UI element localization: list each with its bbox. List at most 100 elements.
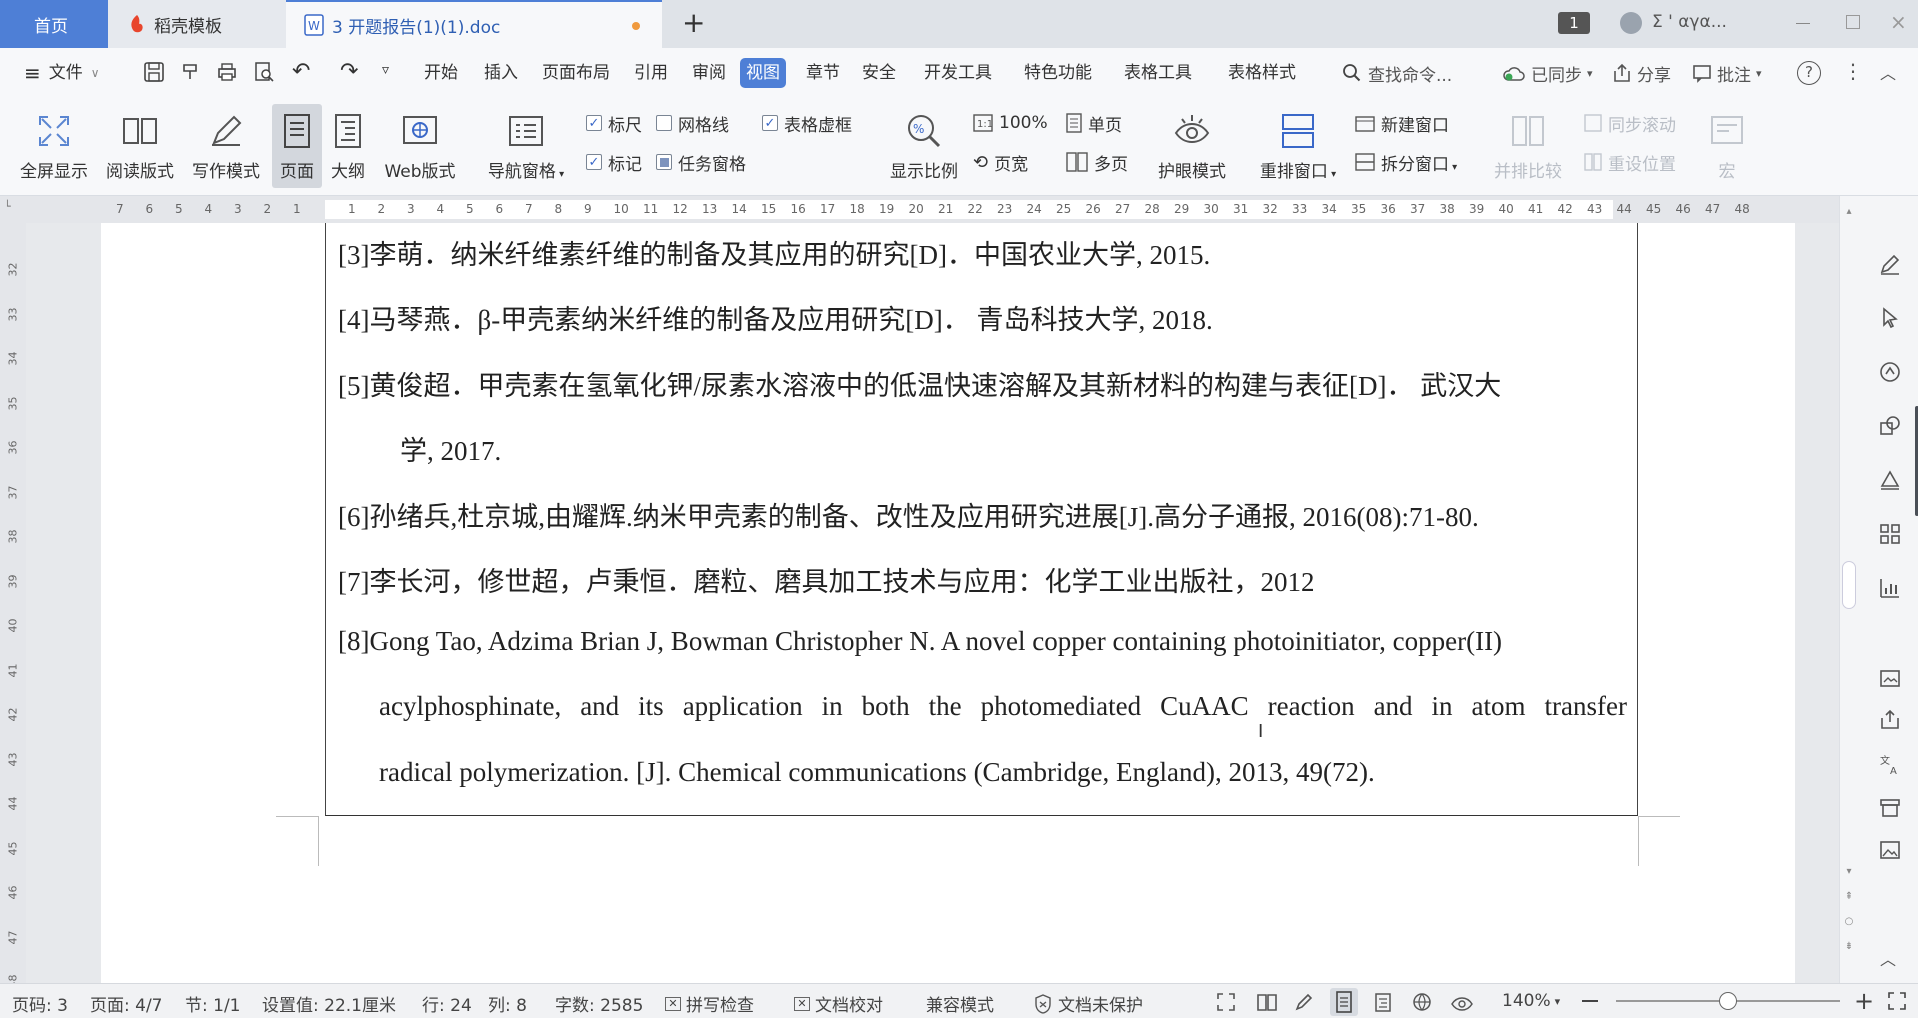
document-canvas[interactable]: [3]李萌．纳米纤维素纤维的制备及其应用的研究[D]．中国农业大学, 2015.… [26,223,1839,983]
fullscreen-status-icon[interactable] [1216,992,1236,1012]
status-col[interactable]: 列: 8 [488,991,527,1016]
tab-document[interactable]: W 3 开题报告(1)(1).doc [286,0,662,48]
menu-developer[interactable]: 开发工具 [918,58,998,88]
reference-line-5[interactable]: [5]黄俊超．甲壳素在氢氧化钾/尿素水溶液中的低温快速溶解及其新材料的构建与表征… [338,364,1501,403]
page-status-icon[interactable] [1330,988,1358,1016]
status-section[interactable]: 节: 1/1 [185,991,241,1016]
style-icon[interactable] [1878,360,1902,384]
zoom-slider-thumb[interactable] [1719,992,1737,1010]
new-tab-button[interactable]: + [682,6,705,39]
archive-icon[interactable] [1878,796,1902,820]
scroll-down-icon[interactable]: ▾ [1840,866,1858,877]
vertical-ruler[interactable]: 32 33 34 35 36 37 38 39 40 41 42 43 44 45 46 47 48 [0,223,26,989]
highlight-icon[interactable] [1878,468,1902,492]
status-page-number[interactable]: 页码: 3 [12,991,68,1016]
prev-page-icon[interactable]: ⇞ [1840,891,1858,902]
tab-docer-templates[interactable]: 稻壳模板 [108,0,286,48]
menu-references[interactable]: 引用 [628,58,674,88]
reference-line-6[interactable]: [6]孙绪兵,杜京城,由耀辉.纳米甲壳素的制备、改性及应用研究进展[J].高分子… [338,495,1479,534]
status-setting[interactable]: 设置值: 22.1厘米 [262,991,396,1016]
menu-security[interactable]: 安全 [856,58,902,88]
sync-status[interactable]: 已同步 ▾ [1502,58,1593,88]
reference-line-4[interactable]: [4]马琴燕．β-甲壳素纳米纤维的制备及应用研究[D]． 青岛科技大学, 201… [338,298,1213,337]
select-browse-icon[interactable]: ○ [1840,916,1858,927]
task-pane-checkbox[interactable]: 任务窗格 [656,149,746,175]
reference-line-8[interactable]: [8]Gong Tao, Adzima Brian J, Bowman Chri… [338,626,1502,657]
document-page[interactable]: [3]李萌．纳米纤维素纤维的制备及其应用的研究[D]．中国农业大学, 2015.… [101,223,1795,983]
status-row[interactable]: 行: 24 [422,991,472,1016]
user-name[interactable]: Σ ' αγα... [1652,12,1727,32]
comment-button[interactable]: 批注 ▾ [1692,58,1762,88]
collapse-ribbon-icon[interactable]: ︿ [1880,60,1896,84]
edit-icon[interactable] [1878,252,1902,276]
picture-icon[interactable] [1878,838,1902,862]
menu-insert[interactable]: 插入 [478,58,524,88]
page-view-button[interactable]: 页面 [272,104,322,188]
avatar[interactable] [1620,12,1642,34]
zoom-100-button[interactable]: 1:1 100% [973,110,1048,136]
image-library-icon[interactable] [1878,666,1902,690]
minimize-button[interactable] [1796,23,1810,24]
horizontal-ruler[interactable]: └ 7 6 5 4 3 2 1 1 2 3 4 5 6 7 8 9 10 11 12 13 14 15 16 17 18 19 20… [0,196,1918,223]
table-gridlines-checkbox[interactable]: ✓ 表格虚框 [762,110,852,136]
status-pages[interactable]: 页面: 4/7 [90,991,163,1016]
eye-protection-button[interactable]: 护眼模式 [1152,104,1232,188]
zoom-in-button[interactable]: + [1854,987,1874,1015]
single-page-button[interactable]: 单页 [1066,110,1122,136]
more-icon[interactable]: ⋮ [1843,59,1863,83]
shapes-icon[interactable] [1878,414,1902,438]
reading-status-icon[interactable] [1256,992,1278,1012]
outline-status-icon[interactable] [1373,992,1393,1012]
print-preview-icon[interactable] [253,61,275,83]
doc-protect-button[interactable]: 文档未保护 [1034,991,1143,1016]
menu-special[interactable]: 特色功能 [1018,58,1098,88]
share-button[interactable]: 分享 [1612,58,1671,88]
reference-line-8-cont-1[interactable]: acylphosphinate, and its application in … [379,691,1627,722]
reference-line-7[interactable]: [7]李长河，修世超，卢秉恒．磨粒、磨具加工技术与应用：化学工业出版社，2012 [338,560,1314,599]
next-page-icon[interactable]: ⇟ [1840,941,1858,952]
navigation-pane-button[interactable]: 导航窗格 ▾ [480,104,572,188]
eye-status-icon[interactable] [1450,992,1474,1012]
page-width-button[interactable]: ⟲ 页宽 [973,149,1028,175]
save-icon[interactable] [143,61,165,83]
close-button[interactable]: × [1890,10,1907,34]
multi-page-button[interactable]: 多页 [1066,149,1128,175]
reading-layout-button[interactable]: 阅读版式 [102,104,178,188]
select-pointer-icon[interactable] [1878,306,1902,330]
menu-page-layout[interactable]: 页面布局 [536,58,616,88]
menu-view[interactable]: 视图 [740,58,786,88]
rearrange-window-button[interactable]: 重排窗口 ▾ [1252,104,1344,188]
command-search[interactable]: 查找命令... [1342,58,1452,88]
chart-icon[interactable] [1878,576,1902,600]
gridlines-checkbox[interactable]: 网格线 [656,110,729,136]
reference-line-8-cont-2[interactable]: radical polymerization. [J]. Chemical co… [379,757,1375,788]
export-icon[interactable] [1878,708,1902,732]
format-painter-icon[interactable] [180,61,202,83]
outline-view-button[interactable]: 大纲 [324,104,372,188]
window-count-badge[interactable]: 1 [1558,12,1590,34]
writing-mode-button[interactable]: 写作模式 [188,104,264,188]
table-cell[interactable]: [3]李萌．纳米纤维素纤维的制备及其应用的研究[D]．中国农业大学, 2015.… [325,223,1638,816]
spell-check-button[interactable]: ✕ 拼写检查 [665,991,754,1016]
zoom-button[interactable]: % 显示比例 [886,104,962,188]
print-icon[interactable] [216,61,238,83]
web-layout-button[interactable]: Web版式 [380,104,460,188]
doc-proof-button[interactable]: ✕ 文档校对 [794,991,883,1016]
menu-start[interactable]: 开始 [418,58,464,88]
translate-icon[interactable]: 文A [1878,752,1902,776]
fullscreen-button[interactable]: 全屏显示 [16,104,92,188]
menu-chapter[interactable]: 章节 [800,58,846,88]
writing-status-icon[interactable] [1294,992,1314,1012]
menu-table-tools[interactable]: 表格工具 [1118,58,1198,88]
vertical-scrollbar-thumb[interactable] [1842,561,1856,609]
undo-icon[interactable]: ↶ [292,59,310,84]
tab-home[interactable]: 首页 [0,0,108,48]
scroll-up-icon[interactable]: ▴ [1840,206,1858,217]
ruler-checkbox[interactable]: ✓ 标尺 [586,110,642,136]
reference-line-5-cont[interactable]: 学, 2017. [400,429,501,468]
customize-toolbar-icon[interactable]: ▿ [382,62,389,78]
help-icon[interactable]: ? [1797,61,1821,85]
new-window-button[interactable]: 新建窗口 [1355,110,1449,136]
zoom-out-button[interactable] [1582,1000,1598,1002]
reference-line-3[interactable]: [3]李萌．纳米纤维素纤维的制备及其应用的研究[D]．中国农业大学, 2015. [338,233,1210,272]
